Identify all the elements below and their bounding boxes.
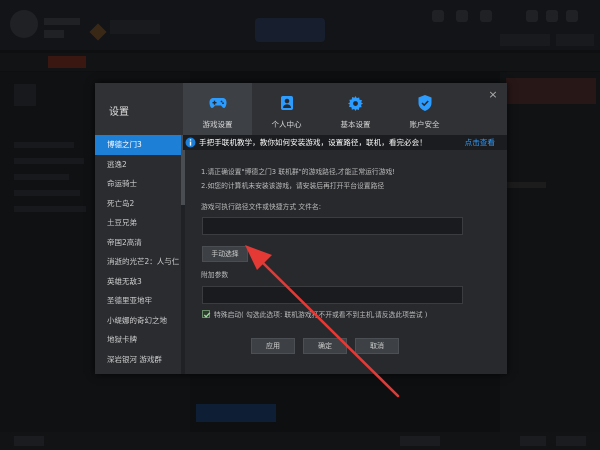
tab-label: 游戏设置 — [202, 120, 233, 129]
manual-select-button[interactable]: 手动选择 — [202, 246, 248, 262]
tab-label: 基本设置 — [340, 120, 371, 129]
game-list-item[interactable]: 博德之门3 — [95, 135, 181, 155]
game-list-item[interactable]: 圣德里亚地牢 — [95, 291, 181, 311]
game-list-item[interactable]: 土豆兄弟 — [95, 213, 181, 233]
game-settings-panel: 1.请正确设置"博德之门3 联机群"的游戏路径,才能正常运行游戏! 2.如您的计… — [185, 150, 507, 374]
game-list-item[interactable]: 小缇娜的奇幻之地 — [95, 311, 181, 331]
game-list-item[interactable]: 死亡岛2 — [95, 194, 181, 214]
tutorial-banner: 手把手联机教学，教你如何安装游戏，设置路径，联机，看完必会！ 点击查看 — [183, 135, 507, 150]
path-label: 游戏可执行路径文件或快捷方式 文件名: — [201, 203, 321, 211]
cancel-button[interactable]: 取消 — [355, 338, 399, 354]
extra-params-label: 附加参数 — [201, 271, 229, 279]
game-list-item[interactable]: 消逝的光芒2：人与仁 — [95, 252, 181, 272]
extra-params-input[interactable] — [202, 286, 463, 304]
gamepad-icon — [209, 95, 227, 111]
tab-basic-settings[interactable]: 基本设置 — [321, 83, 390, 135]
game-list-item[interactable]: 帝国2高清 — [95, 233, 181, 253]
view-tutorial-link[interactable]: 点击查看 — [465, 137, 495, 148]
settings-tabs: 游戏设置 个人中心 基本设置 账户安全 — [183, 83, 459, 135]
special-start-checkbox[interactable] — [202, 310, 211, 318]
confirm-button[interactable]: 确定 — [303, 338, 347, 354]
dialog-title: 设置 — [109, 107, 129, 118]
game-list-item[interactable]: 英雄无敌3 — [95, 272, 181, 292]
special-start-label: 特殊启动( 勾选此选项: 联机游戏打不开或看不到主机,请反选此项尝试 ) — [214, 311, 428, 319]
tab-game-settings[interactable]: 游戏设置 — [183, 83, 252, 135]
settings-dialog: 设置 游戏设置 个人中心 基本设置 账户安全 × 博德之门3 逃逸2 命运骑士 … — [95, 83, 507, 374]
game-list-item[interactable]: 逃逸2 — [95, 155, 181, 175]
info-icon — [185, 137, 196, 148]
tab-label: 账户安全 — [409, 120, 440, 129]
game-list-item[interactable]: 命运骑士 — [95, 174, 181, 194]
game-path-input[interactable] — [202, 217, 463, 235]
dialog-header: 设置 游戏设置 个人中心 基本设置 账户安全 × — [95, 83, 507, 135]
game-list: 博德之门3 逃逸2 命运骑士 死亡岛2 土豆兄弟 帝国2高清 消逝的光芒2：人与… — [95, 135, 181, 374]
close-button[interactable]: × — [487, 89, 499, 101]
game-list-item[interactable]: 地狱卡牌 — [95, 330, 181, 350]
tab-account-security[interactable]: 账户安全 — [390, 83, 459, 135]
game-list-item[interactable]: 深岩银河 游戏群 — [95, 350, 181, 370]
apply-button[interactable]: 应用 — [251, 338, 295, 354]
tab-personal-center[interactable]: 个人中心 — [252, 83, 321, 135]
tip-text: 1.请正确设置"博德之门3 联机群"的游戏路径,才能正常运行游戏! — [201, 168, 396, 176]
banner-text: 手把手联机教学，教你如何安装游戏，设置路径，联机，看完必会！ — [199, 138, 427, 147]
check-icon — [203, 312, 211, 318]
tip-text: 2.如您的计算机未安装该游戏，请安装后再打开平台设置路径 — [201, 182, 385, 190]
shield-icon — [416, 95, 434, 111]
user-icon — [278, 95, 296, 111]
gear-icon — [347, 95, 365, 111]
tab-label: 个人中心 — [271, 120, 302, 129]
